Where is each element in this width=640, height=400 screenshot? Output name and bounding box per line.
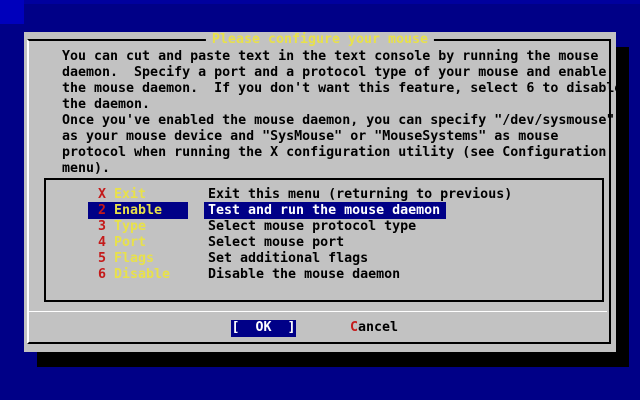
menu-item-label: Exit — [114, 187, 146, 203]
ok-button[interactable]: [ OK ] — [231, 320, 296, 337]
menu-box: X Exit Exit this menu (returning to prev… — [44, 178, 604, 302]
body-line-7: protocol when running the X configuratio… — [62, 145, 606, 161]
menu-item-hotkey: 5 — [98, 251, 106, 267]
body-line-4: the daemon. — [62, 97, 150, 113]
menu-item-description: Test and run the mouse daemon — [208, 203, 440, 219]
menu-item-type[interactable]: 3 Type Select mouse protocol type — [46, 219, 598, 235]
menu-item-description: Disable the mouse daemon — [208, 267, 400, 283]
mouse-config-dialog: Please configure your mouse You can cut … — [24, 32, 616, 352]
menu-item-hotkey: X — [98, 187, 106, 203]
menu-item-description: Set additional flags — [208, 251, 368, 267]
menu-item-description: Select mouse protocol type — [208, 219, 416, 235]
menu-item-disable[interactable]: 6 Disable Disable the mouse daemon — [46, 267, 598, 283]
menu-item-flags[interactable]: 5 Flags Set additional flags — [46, 251, 598, 267]
body-line-8: menu). — [62, 161, 110, 177]
menu-item-hotkey: 6 — [98, 267, 106, 283]
menu-item-description: Exit this menu (returning to previous) — [208, 187, 512, 203]
menu-item-exit[interactable]: X Exit Exit this menu (returning to prev… — [46, 187, 598, 203]
cancel-hotkey: C — [350, 320, 358, 335]
menu-item-label: Flags — [114, 251, 154, 267]
menu-item-hotkey: 4 — [98, 235, 106, 251]
button-separator-line — [29, 311, 607, 312]
menu-item-hotkey: 3 — [98, 219, 106, 235]
console-screen: Please configure your mouse You can cut … — [0, 0, 640, 400]
menu-item-label: Enable — [114, 203, 162, 219]
menu-item-label: Type — [114, 219, 146, 235]
body-line-2: daemon. Specify a port and a protocol ty… — [62, 65, 606, 81]
screen-top-strip — [0, 0, 640, 4]
menu-item-enable[interactable]: 2 Enable Test and run the mouse daemon — [46, 203, 598, 219]
screen-corner-artifact — [0, 0, 24, 24]
menu-item-label: Disable — [114, 267, 170, 283]
cancel-button[interactable]: Cancel — [350, 320, 398, 337]
menu-item-description: Select mouse port — [208, 235, 344, 251]
menu-item-hotkey: 2 — [98, 203, 106, 219]
menu-item-label: Port — [114, 235, 146, 251]
body-line-5: Once you've enabled the mouse daemon, yo… — [62, 113, 614, 129]
cancel-label-rest: ancel — [358, 320, 398, 335]
menu-item-port[interactable]: 4 Port Select mouse port — [46, 235, 598, 251]
dialog-title: Please configure your mouse — [206, 32, 434, 48]
body-line-3: the mouse daemon. If you don't want this… — [62, 81, 622, 97]
body-line-1: You can cut and paste text in the text c… — [62, 49, 598, 65]
body-line-6: as your mouse device and "SysMouse" or "… — [62, 129, 558, 145]
